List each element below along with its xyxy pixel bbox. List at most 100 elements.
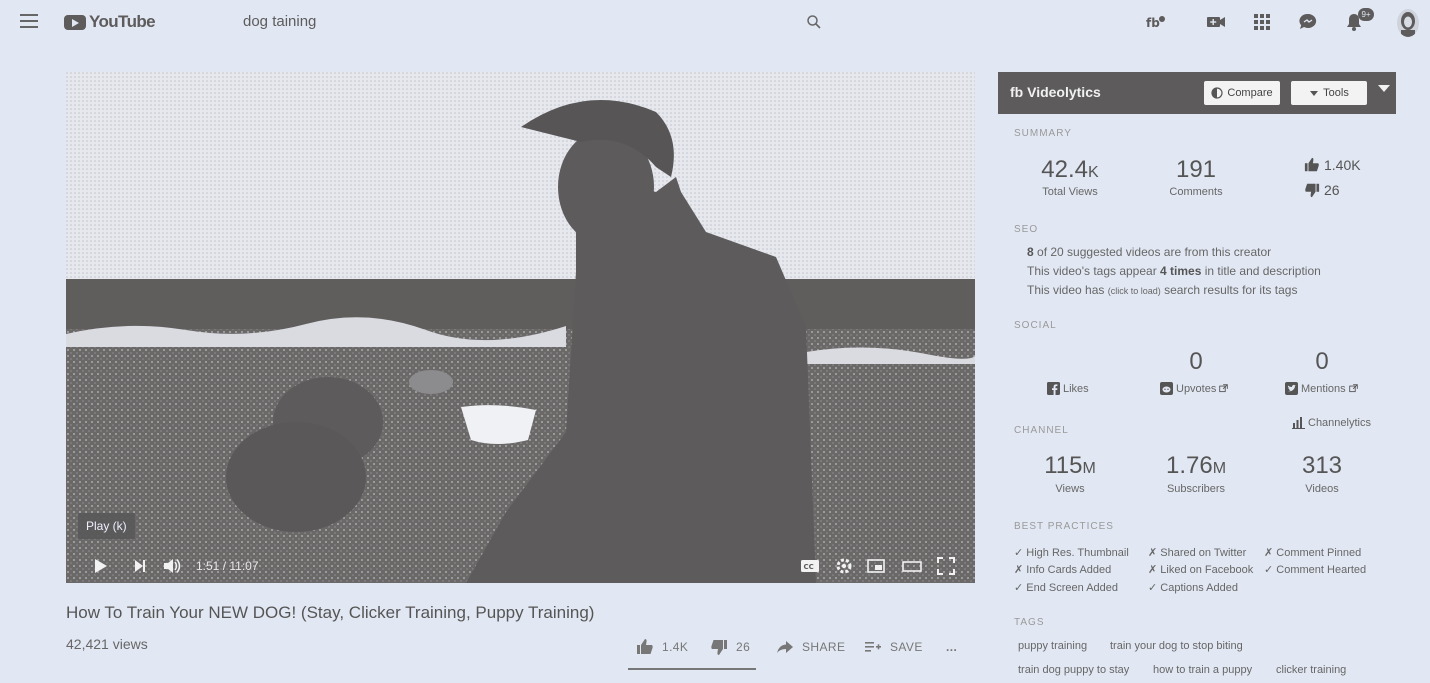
summary-section-label: SUMMARY [1014,128,1072,139]
channel-views-label: Views [1055,483,1085,495]
facebook-likes: Likes [1047,382,1089,395]
mentions-label: Mentions [1301,382,1346,395]
channel-videos-label: Videos [1305,483,1339,495]
share-button[interactable]: SHARE [776,636,845,658]
caret-down-icon [1310,91,1319,96]
volume-icon [164,559,181,573]
dislike-count: 26 [736,640,751,654]
channel-subscribers-value: 1.76M [1165,452,1227,479]
apps-grid-icon [1254,14,1270,30]
player-controls-bar: 1:51 / 11:07 CC [66,548,975,583]
closed-captions-icon: CC [801,560,819,572]
best-practice-item: ✗ Liked on Facebook [1148,564,1254,576]
external-link-icon [1219,384,1229,393]
search-button[interactable] [806,14,822,30]
search-icon [807,15,821,29]
time-separator: / [219,559,230,573]
twitter-mentions-link[interactable]: Mentions [1285,382,1358,395]
reddit-icon [1160,382,1173,395]
next-button[interactable] [130,556,150,576]
mute-button[interactable] [162,556,182,576]
best-practice-item: ✓ Captions Added [1148,582,1238,594]
user-avatar-icon [1401,12,1415,37]
best-practice-item: ✗ Info Cards Added [1014,564,1112,576]
search-input[interactable]: dog taining [243,13,316,30]
add-to-playlist-icon [865,642,881,652]
sentiment-bar [628,668,756,670]
videolytics-title: fb Videolytics [1010,84,1101,100]
tag-link[interactable]: clicker training [1276,664,1346,676]
subtitles-button[interactable]: CC [800,556,820,576]
channel-views-value: 115M [1044,452,1096,479]
share-label: SHARE [802,640,846,654]
tag-link[interactable]: how to train a puppy [1153,664,1252,676]
compare-button[interactable]: Compare [1204,81,1280,105]
messages-button[interactable] [1298,12,1318,32]
more-actions-icon: ... [946,640,958,654]
view-count: 42,421 views [66,636,148,652]
videolytics-title-text: Videolytics [1027,84,1101,100]
dislike-button[interactable]: 26 [710,636,750,658]
videolytics-extension-button[interactable]: fb [1146,12,1166,32]
play-button[interactable] [90,556,110,576]
video-player[interactable] [66,72,975,583]
compare-label: Compare [1227,87,1273,99]
youtube-logo[interactable]: YouTube [64,12,156,32]
reddit-upvotes-link[interactable]: Upvotes [1160,382,1229,395]
theater-mode-icon [902,561,922,572]
apps-button[interactable] [1252,12,1272,32]
click-to-load-link[interactable]: (click to load) [1108,286,1161,296]
tag-link[interactable]: train dog puppy to stay [1018,664,1129,676]
play-icon [95,559,107,573]
comments-value: 191 [1175,156,1217,183]
compare-half-circle-icon [1211,87,1223,99]
play-tooltip: Play (k) [78,513,135,539]
twitter-icon [1285,382,1298,395]
channel-subscribers-label: Subscribers [1166,483,1226,495]
like-button[interactable]: 1.4K [636,636,688,658]
seo-tags-line: This video's tags appear 4 times in titl… [1027,264,1321,278]
chat-bubble-icon [1299,13,1317,29]
more-actions-button[interactable]: ... [946,636,957,658]
tools-button[interactable]: Tools [1291,81,1367,105]
miniplayer-icon [867,559,885,573]
settings-button[interactable] [834,556,854,576]
thumbs-down-icon [1305,183,1320,198]
save-label: SAVE [890,640,923,654]
channel-videos-value: 313 [1301,452,1343,479]
summary-likes: 1.40K [1304,157,1361,173]
comments-label: Comments [1169,186,1223,198]
tag-link[interactable]: train your dog to stop biting [1110,640,1243,652]
account-avatar[interactable] [1397,9,1419,37]
create-video-button[interactable] [1206,12,1226,32]
guide-menu-button[interactable] [20,14,38,28]
like-count: 1.4K [662,640,689,654]
gear-icon [836,558,852,574]
theater-mode-button[interactable] [902,556,922,576]
mentions-value: 0 [1315,348,1329,375]
thumbs-up-icon [1304,157,1319,172]
best-practices-section-label: BEST PRACTICES [1014,521,1114,532]
skip-next-icon [135,560,145,572]
panel-collapse-caret-icon[interactable] [1378,85,1390,92]
channelytics-link[interactable]: Channelytics [1292,416,1371,429]
summary-dislikes: 26 [1304,182,1340,198]
video-title: How To Train Your NEW DOG! (Stay, Clicke… [66,603,595,622]
save-button[interactable]: SAVE [864,636,923,658]
current-time: 1:51 [196,559,220,573]
tag-link[interactable]: puppy training [1018,640,1087,652]
summary-dislikes-value: 26 [1324,182,1340,198]
thumbs-up-icon [637,639,653,654]
seo-search-line: This video has (click to load) search re… [1027,283,1298,297]
fullscreen-button[interactable] [936,556,956,576]
video-camera-plus-icon [1207,17,1225,27]
tools-label: Tools [1323,87,1349,99]
duration: 11:07 [229,559,259,573]
best-practice-item: ✓ Comment Hearted [1264,564,1367,576]
share-arrow-icon [777,641,793,653]
fb-extension-icon: fb [1146,16,1165,30]
total-views-label: Total Views [1042,186,1098,198]
time-display: 1:51 / 11:07 [196,559,259,573]
miniplayer-button[interactable] [866,556,886,576]
channel-section-label: CHANNEL [1014,425,1069,436]
